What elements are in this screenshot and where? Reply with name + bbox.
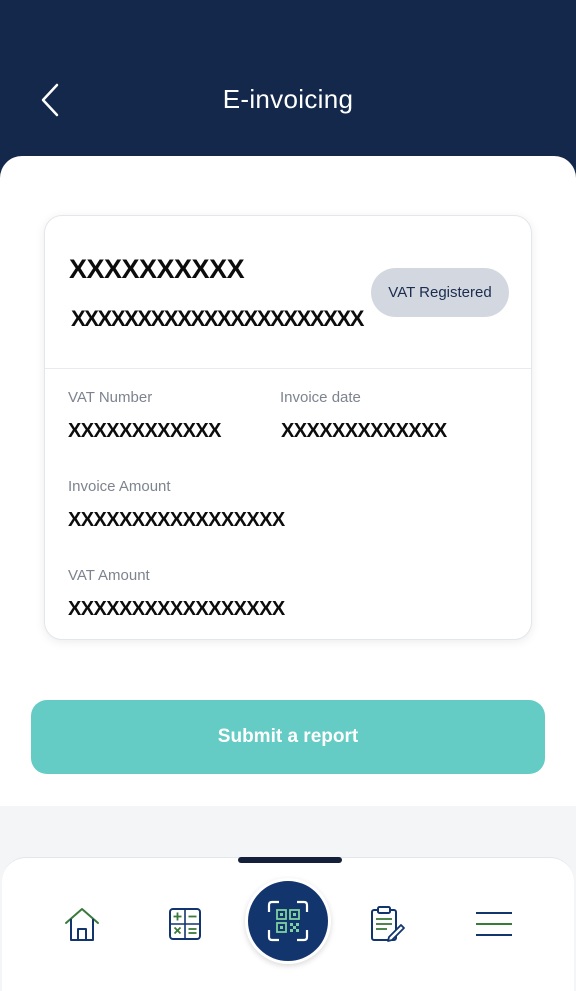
e-invoicing-screen: E-invoicing XXXXXXXXXX XXXXXXXXXXXXXXXXX… [0,0,576,991]
home-icon [65,908,99,941]
vat-number-label: VAT Number [68,389,153,406]
vat-number-value: XXXXXXXXXXXX [68,420,221,442]
invoice-amount-value: XXXXXXXXXXXXXXXXX [68,509,285,531]
merchant-detail: XXXXXXXXXXXXXXXXXXXXXX [71,306,364,331]
merchant-name: XXXXXXXXXX [69,254,245,284]
qr-scan-icon [267,900,309,942]
nav-handle [238,857,342,863]
vat-registered-badge: VAT Registered [371,268,509,317]
card-header: XXXXXXXXXX XXXXXXXXXXXXXXXXXXXXXX VAT Re… [45,216,531,368]
nav-calculator[interactable] [157,896,213,952]
invoice-amount-label: Invoice Amount [68,478,171,495]
scan-qr-button[interactable] [245,878,331,964]
calculator-icon [169,908,201,940]
card-divider [45,368,531,369]
page-title: E-invoicing [222,84,354,114]
invoice-card: XXXXXXXXXX XXXXXXXXXXXXXXXXXXXXXX VAT Re… [44,215,532,640]
vat-amount-label: VAT Amount [68,567,150,584]
clipboard-edit-icon [371,906,405,942]
vat-amount-value: XXXXXXXXXXXXXXXXX [68,598,285,620]
invoice-date-value: XXXXXXXXXXXXX [281,420,447,442]
nav-menu[interactable] [466,896,522,952]
menu-icon [476,912,512,936]
nav-home[interactable] [54,896,110,952]
submit-report-button[interactable]: Submit a report [31,700,545,774]
invoice-date-label: Invoice date [280,389,361,406]
nav-reports[interactable] [359,896,415,952]
